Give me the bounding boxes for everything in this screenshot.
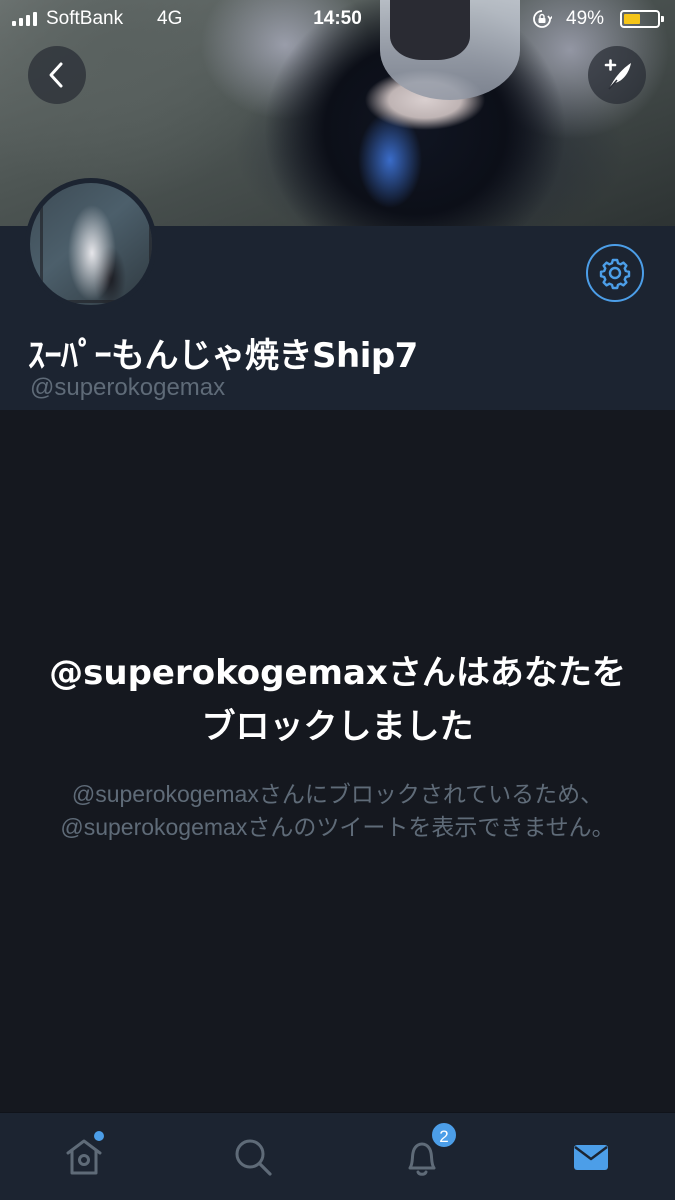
battery-percent: 49% [566,8,605,29]
notification-badge: 2 [430,1121,458,1149]
compose-tweet-button[interactable] [588,46,646,104]
new-content-dot [94,1131,104,1141]
profile-handle: @superokogemax [30,374,226,401]
orientation-lock-icon [533,10,552,28]
back-button[interactable] [28,46,86,104]
tab-search[interactable] [229,1133,277,1181]
search-icon [235,1139,272,1176]
tab-notifications[interactable]: 2 [398,1121,458,1181]
tab-home[interactable] [60,1131,108,1181]
status-bar: SoftBank 4G 14:50 49% [0,0,675,40]
home-icon [66,1139,102,1175]
blocked-description: @superokogemaxさんにブロックされているため、@superokoge… [60,781,615,840]
blocked-title: @superokogemaxさんはあなたをブロックしました [49,653,626,747]
tab-bar: 2 [0,1112,675,1200]
gear-icon [599,258,631,290]
envelope-icon [574,1145,608,1170]
compose-feather-icon [604,59,631,90]
profile-display-name: ｽｰﾊﾟｰもんじゃ焼きShip7 [28,336,418,376]
battery-icon [620,10,664,28]
chevron-left-icon [49,62,63,88]
avatar[interactable] [25,178,157,310]
profile-settings-button[interactable] [586,244,644,302]
tab-messages[interactable] [567,1133,615,1181]
